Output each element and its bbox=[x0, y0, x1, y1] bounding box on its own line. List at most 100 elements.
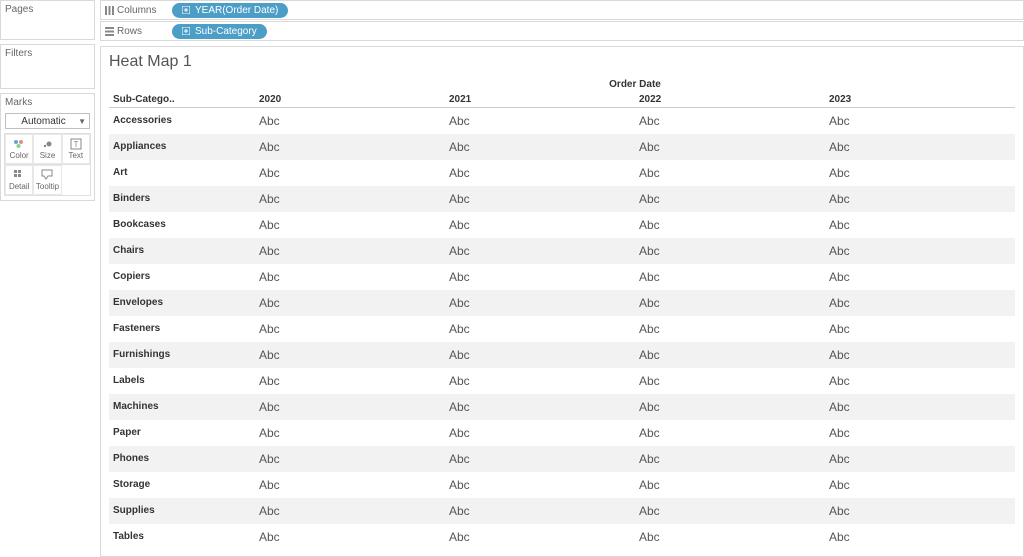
row-header[interactable]: Machines bbox=[109, 394, 255, 420]
row-header[interactable]: Storage bbox=[109, 472, 255, 498]
crosstab-cell[interactable]: Abc bbox=[825, 446, 1015, 472]
crosstab-cell[interactable]: Abc bbox=[635, 264, 825, 290]
crosstab-cell[interactable]: Abc bbox=[635, 524, 825, 550]
crosstab-cell[interactable]: Abc bbox=[445, 368, 635, 394]
crosstab-cell[interactable]: Abc bbox=[255, 316, 445, 342]
crosstab-cell[interactable]: Abc bbox=[635, 212, 825, 238]
crosstab-cell[interactable]: Abc bbox=[635, 420, 825, 446]
row-header[interactable]: Accessories bbox=[109, 108, 255, 134]
crosstab-cell[interactable]: Abc bbox=[445, 472, 635, 498]
row-header[interactable]: Chairs bbox=[109, 238, 255, 264]
row-header[interactable]: Labels bbox=[109, 368, 255, 394]
crosstab-cell[interactable]: Abc bbox=[635, 368, 825, 394]
crosstab-cell[interactable]: Abc bbox=[255, 446, 445, 472]
crosstab-cell[interactable]: Abc bbox=[635, 134, 825, 160]
color-card[interactable]: Color bbox=[5, 134, 33, 164]
crosstab-cell[interactable]: Abc bbox=[445, 394, 635, 420]
crosstab-cell[interactable]: Abc bbox=[255, 498, 445, 524]
crosstab-cell[interactable]: Abc bbox=[825, 420, 1015, 446]
tooltip-card[interactable]: Tooltip bbox=[33, 165, 61, 195]
row-header[interactable]: Fasteners bbox=[109, 316, 255, 342]
crosstab-cell[interactable]: Abc bbox=[255, 264, 445, 290]
rows-shelf[interactable]: Rows Sub-Category bbox=[100, 21, 1024, 41]
crosstab-cell[interactable]: Abc bbox=[635, 446, 825, 472]
crosstab-cell[interactable]: Abc bbox=[825, 238, 1015, 264]
pages-shelf[interactable]: Pages bbox=[0, 0, 95, 40]
crosstab-cell[interactable]: Abc bbox=[255, 290, 445, 316]
row-header[interactable]: Appliances bbox=[109, 134, 255, 160]
crosstab-cell[interactable]: Abc bbox=[255, 212, 445, 238]
size-card[interactable]: Size bbox=[33, 134, 61, 164]
crosstab-cell[interactable]: Abc bbox=[255, 524, 445, 550]
crosstab-cell[interactable]: Abc bbox=[445, 238, 635, 264]
row-header[interactable]: Art bbox=[109, 160, 255, 186]
crosstab-cell[interactable]: Abc bbox=[445, 264, 635, 290]
crosstab-cell[interactable]: Abc bbox=[255, 394, 445, 420]
row-header[interactable]: Supplies bbox=[109, 498, 255, 524]
crosstab-cell[interactable]: Abc bbox=[825, 394, 1015, 420]
crosstab-cell[interactable]: Abc bbox=[825, 264, 1015, 290]
row-header[interactable]: Bookcases bbox=[109, 212, 255, 238]
crosstab-cell[interactable]: Abc bbox=[825, 134, 1015, 160]
row-header[interactable]: Paper bbox=[109, 420, 255, 446]
crosstab-cell[interactable]: Abc bbox=[255, 342, 445, 368]
crosstab-cell[interactable]: Abc bbox=[635, 108, 825, 134]
crosstab-cell[interactable]: Abc bbox=[445, 446, 635, 472]
crosstab-cell[interactable]: Abc bbox=[825, 316, 1015, 342]
crosstab-cell[interactable]: Abc bbox=[635, 498, 825, 524]
crosstab-cell[interactable]: Abc bbox=[825, 290, 1015, 316]
filters-shelf[interactable]: Filters bbox=[0, 44, 95, 89]
crosstab-cell[interactable]: Abc bbox=[445, 108, 635, 134]
detail-card[interactable]: Detail bbox=[5, 165, 33, 195]
crosstab-cell[interactable]: Abc bbox=[445, 342, 635, 368]
rows-pill-subcategory[interactable]: Sub-Category bbox=[172, 24, 267, 39]
row-header[interactable]: Binders bbox=[109, 186, 255, 212]
column-header[interactable]: 2022 bbox=[635, 92, 825, 108]
crosstab-cell[interactable]: Abc bbox=[255, 160, 445, 186]
crosstab-cell[interactable]: Abc bbox=[255, 368, 445, 394]
crosstab-cell[interactable]: Abc bbox=[635, 316, 825, 342]
crosstab-cell[interactable]: Abc bbox=[255, 108, 445, 134]
crosstab-cell[interactable]: Abc bbox=[445, 212, 635, 238]
crosstab-cell[interactable]: Abc bbox=[445, 186, 635, 212]
row-header[interactable]: Furnishings bbox=[109, 342, 255, 368]
crosstab-cell[interactable]: Abc bbox=[255, 238, 445, 264]
crosstab-cell[interactable]: Abc bbox=[255, 186, 445, 212]
crosstab-cell[interactable]: Abc bbox=[825, 498, 1015, 524]
sheet-title[interactable]: Heat Map 1 bbox=[109, 53, 1015, 71]
row-header[interactable]: Tables bbox=[109, 524, 255, 550]
crosstab-cell[interactable]: Abc bbox=[635, 238, 825, 264]
column-header[interactable]: 2023 bbox=[825, 92, 1015, 108]
crosstab-cell[interactable]: Abc bbox=[445, 524, 635, 550]
crosstab-cell[interactable]: Abc bbox=[825, 212, 1015, 238]
crosstab-cell[interactable]: Abc bbox=[255, 134, 445, 160]
crosstab-cell[interactable]: Abc bbox=[445, 290, 635, 316]
column-header[interactable]: 2021 bbox=[445, 92, 635, 108]
crosstab-cell[interactable]: Abc bbox=[635, 342, 825, 368]
crosstab-cell[interactable]: Abc bbox=[825, 524, 1015, 550]
crosstab-cell[interactable]: Abc bbox=[635, 186, 825, 212]
marks-type-dropdown[interactable]: T Automatic ▼ bbox=[5, 113, 90, 129]
crosstab-cell[interactable]: Abc bbox=[445, 160, 635, 186]
crosstab-cell[interactable]: Abc bbox=[635, 160, 825, 186]
columns-pill-year-orderdate[interactable]: YEAR(Order Date) bbox=[172, 3, 288, 18]
column-header[interactable]: 2020 bbox=[255, 92, 445, 108]
crosstab-cell[interactable]: Abc bbox=[635, 472, 825, 498]
crosstab-cell[interactable]: Abc bbox=[445, 420, 635, 446]
crosstab-cell[interactable]: Abc bbox=[255, 472, 445, 498]
crosstab-cell[interactable]: Abc bbox=[825, 108, 1015, 134]
row-header[interactable]: Copiers bbox=[109, 264, 255, 290]
columns-shelf[interactable]: Columns YEAR(Order Date) bbox=[100, 0, 1024, 20]
crosstab-cell[interactable]: Abc bbox=[255, 420, 445, 446]
crosstab-cell[interactable]: Abc bbox=[635, 290, 825, 316]
row-header[interactable]: Envelopes bbox=[109, 290, 255, 316]
crosstab-cell[interactable]: Abc bbox=[825, 160, 1015, 186]
crosstab-cell[interactable]: Abc bbox=[825, 342, 1015, 368]
text-card[interactable]: T Text bbox=[62, 134, 90, 164]
crosstab-cell[interactable]: Abc bbox=[825, 368, 1015, 394]
crosstab-cell[interactable]: Abc bbox=[825, 472, 1015, 498]
row-header[interactable]: Phones bbox=[109, 446, 255, 472]
crosstab-cell[interactable]: Abc bbox=[635, 394, 825, 420]
crosstab-cell[interactable]: Abc bbox=[825, 186, 1015, 212]
crosstab-cell[interactable]: Abc bbox=[445, 316, 635, 342]
